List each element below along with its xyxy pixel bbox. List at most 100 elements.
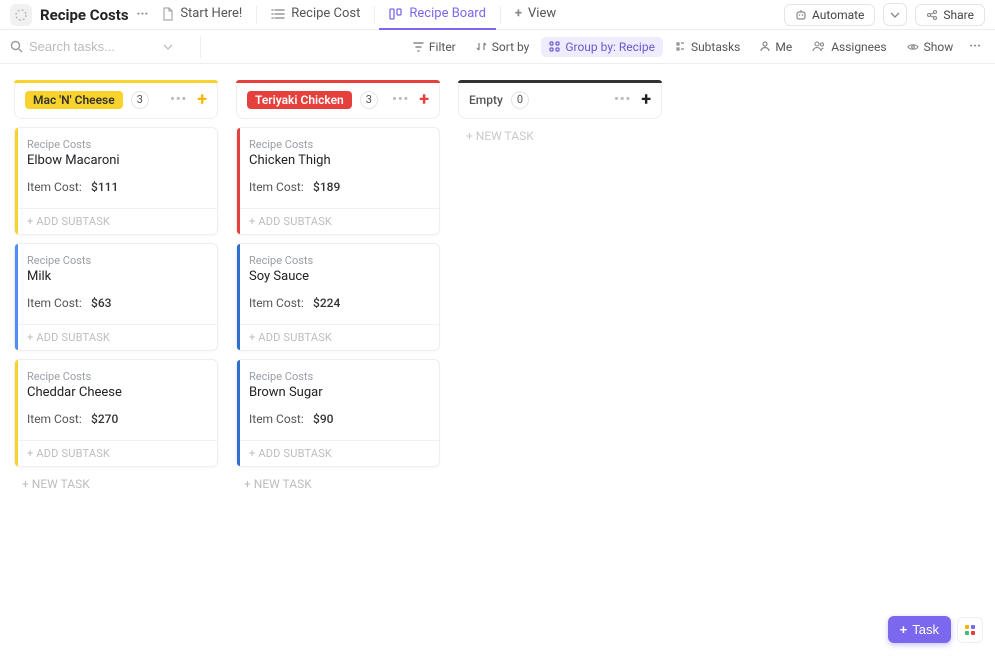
card-cost-label: Item Cost:: [249, 180, 313, 194]
new-task-button[interactable]: + NEW TASK: [14, 477, 218, 491]
column-add-button[interactable]: +: [641, 89, 651, 110]
search-input[interactable]: [29, 39, 159, 54]
column-empty: Empty 0 ••• + + NEW TASK: [458, 80, 662, 143]
workspace-icon[interactable]: [10, 4, 32, 26]
show-button[interactable]: Show: [899, 37, 962, 57]
card-list-name: Recipe Costs: [27, 254, 205, 267]
column-header[interactable]: Mac 'N' Cheese 3 ••• +: [14, 80, 218, 119]
tab-label: Recipe Board: [409, 6, 486, 21]
apps-button[interactable]: [957, 617, 983, 643]
column-more-button[interactable]: •••: [170, 92, 187, 107]
button-label: Share: [943, 8, 974, 22]
automate-dropdown[interactable]: [883, 3, 907, 26]
filters-more-button[interactable]: ···: [965, 39, 985, 54]
tab-label: View: [528, 6, 556, 21]
search-wrap: [10, 39, 190, 54]
tab-label: Recipe Cost: [291, 6, 360, 21]
board: Mac 'N' Cheese 3 ••• + Recipe Costs Elbo…: [0, 64, 995, 659]
column-header[interactable]: Empty 0 ••• +: [458, 80, 662, 119]
tab-recipe-cost[interactable]: Recipe Cost: [261, 0, 370, 30]
column-add-button[interactable]: +: [419, 89, 429, 110]
task-card[interactable]: Recipe Costs Cheddar Cheese Item Cost: $…: [14, 359, 218, 467]
group-by-button[interactable]: Group by: Recipe: [541, 37, 663, 57]
title-more-button[interactable]: ···: [137, 7, 149, 22]
card-title: Soy Sauce: [249, 269, 427, 284]
filter-button[interactable]: Filter: [405, 37, 464, 57]
group-icon: [549, 41, 560, 52]
column-color-bar: [14, 80, 218, 83]
chip-label: Sort by: [492, 40, 530, 54]
column-title: Mac 'N' Cheese: [25, 91, 123, 109]
eye-icon: [907, 42, 919, 52]
chip-label: Assignees: [831, 40, 886, 54]
divider: [500, 6, 501, 24]
card-list-name: Recipe Costs: [27, 138, 205, 151]
divider: [200, 36, 201, 58]
add-subtask-button[interactable]: + ADD SUBTASK: [15, 324, 217, 350]
column-add-button[interactable]: +: [197, 89, 207, 110]
tab-label: Start Here!: [180, 6, 242, 21]
task-card[interactable]: Recipe Costs Brown Sugar Item Cost: $90 …: [236, 359, 440, 467]
card-title: Cheddar Cheese: [27, 385, 205, 400]
chip-label: Subtasks: [691, 40, 740, 54]
card-list-name: Recipe Costs: [27, 370, 205, 383]
page-title: Recipe Costs: [40, 6, 129, 24]
new-task-fab[interactable]: + Task: [888, 616, 951, 643]
doc-icon: [162, 7, 174, 21]
new-task-button[interactable]: + NEW TASK: [236, 477, 440, 491]
card-cost-label: Item Cost:: [27, 180, 91, 194]
filters-bar: Filter Sort by Group by: Recipe Subtasks…: [0, 30, 995, 64]
subtasks-icon: [675, 41, 686, 52]
column-teriyaki-chicken: Teriyaki Chicken 3 ••• + Recipe Costs Ch…: [236, 80, 440, 491]
automate-button[interactable]: Automate: [784, 4, 875, 26]
card-cost-value: $270: [91, 412, 118, 426]
assignees-button[interactable]: Assignees: [804, 37, 894, 57]
task-card[interactable]: Recipe Costs Milk Item Cost: $63 + ADD S…: [14, 243, 218, 351]
task-card[interactable]: Recipe Costs Chicken Thigh Item Cost: $1…: [236, 127, 440, 235]
tab-recipe-board[interactable]: Recipe Board: [379, 0, 496, 30]
chip-label: Show: [924, 40, 954, 54]
card-cost-value: $63: [91, 296, 111, 310]
card-cost-label: Item Cost:: [27, 412, 91, 426]
card-list-name: Recipe Costs: [249, 138, 427, 151]
share-button[interactable]: Share: [915, 4, 985, 26]
plus-icon: +: [900, 622, 908, 637]
robot-icon: [795, 9, 807, 21]
column-color-bar: [236, 80, 440, 83]
plus-icon: +: [515, 6, 522, 21]
subtasks-button[interactable]: Subtasks: [667, 37, 748, 57]
button-label: Automate: [812, 8, 864, 22]
button-label: Task: [912, 622, 939, 637]
card-stripe: [15, 360, 18, 466]
column-header[interactable]: Teriyaki Chicken 3 ••• +: [236, 80, 440, 119]
card-cost-value: $90: [313, 412, 333, 426]
chevron-down-icon: [163, 44, 173, 50]
column-more-button[interactable]: •••: [614, 92, 631, 107]
add-subtask-button[interactable]: + ADD SUBTASK: [15, 208, 217, 234]
column-title: Teriyaki Chicken: [247, 91, 352, 109]
card-cost-value: $189: [313, 180, 340, 194]
card-title: Chicken Thigh: [249, 153, 427, 168]
add-subtask-button[interactable]: + ADD SUBTASK: [237, 208, 439, 234]
card-cost-label: Item Cost:: [249, 296, 313, 310]
task-card[interactable]: Recipe Costs Elbow Macaroni Item Cost: $…: [14, 127, 218, 235]
new-task-button[interactable]: + NEW TASK: [458, 129, 662, 143]
search-dropdown[interactable]: [163, 39, 173, 54]
column-more-button[interactable]: •••: [392, 92, 409, 107]
filter-icon: [413, 42, 424, 52]
add-subtask-button[interactable]: + ADD SUBTASK: [15, 440, 217, 466]
sort-button[interactable]: Sort by: [468, 37, 538, 57]
card-cost-label: Item Cost:: [27, 296, 91, 310]
tab-add-view[interactable]: + View: [505, 0, 566, 30]
list-icon: [271, 8, 285, 20]
card-title: Milk: [27, 269, 205, 284]
add-subtask-button[interactable]: + ADD SUBTASK: [237, 324, 439, 350]
chevron-down-icon: [890, 12, 900, 18]
search-icon: [10, 40, 23, 53]
tab-start-here[interactable]: Start Here!: [152, 0, 252, 30]
task-card[interactable]: Recipe Costs Soy Sauce Item Cost: $224 +…: [236, 243, 440, 351]
card-stripe: [237, 128, 240, 234]
card-title: Brown Sugar: [249, 385, 427, 400]
me-button[interactable]: Me: [752, 37, 800, 57]
add-subtask-button[interactable]: + ADD SUBTASK: [237, 440, 439, 466]
